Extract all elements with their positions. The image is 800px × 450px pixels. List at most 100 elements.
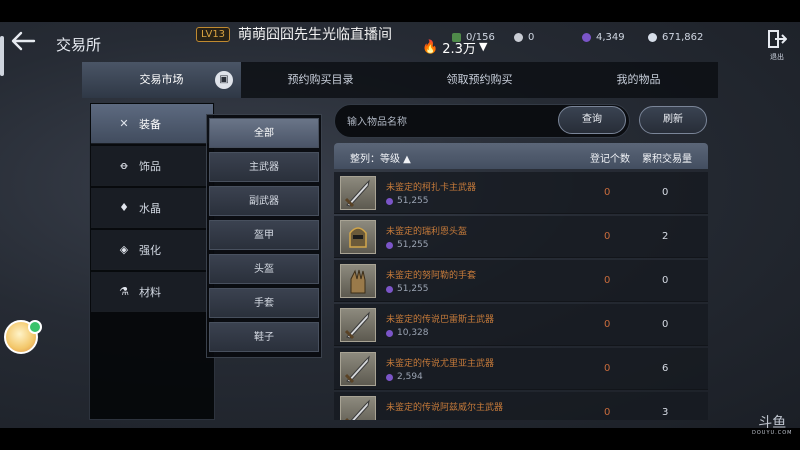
- item-price: 51,255: [386, 196, 429, 206]
- item-name: 未鉴定的瑞利恩头盔: [386, 227, 468, 237]
- price-value: 51,255: [397, 240, 429, 250]
- category-material[interactable]: ⚗ 材料: [91, 272, 213, 312]
- category-accessory[interactable]: ꝋ 饰品: [91, 146, 213, 186]
- registered-count: 0: [604, 275, 611, 286]
- category-panel: ✕ 装备 ꝋ 饰品 ♦ 水晶 ◈ 强化 ⚗ 材料: [89, 102, 215, 420]
- price-value: 10,328: [397, 328, 429, 338]
- purple-currency-icon: [386, 197, 393, 205]
- silver-currency-icon: [514, 33, 523, 42]
- category-enhance[interactable]: ◈ 强化: [91, 230, 213, 270]
- sword-icon: [340, 308, 376, 342]
- list-item[interactable]: 未鉴定的传说阿兹威尔主武器 0 3: [334, 392, 708, 420]
- subcategory-shoes[interactable]: 鞋子: [209, 322, 319, 352]
- refresh-button[interactable]: 刷新: [639, 106, 707, 134]
- registered-count: 0: [604, 319, 611, 330]
- tab-label: 领取预约购买: [446, 73, 513, 86]
- tab-label: 我的物品: [616, 73, 661, 86]
- currency-value: 0/156: [466, 32, 495, 43]
- subcategory-gloves[interactable]: 手套: [209, 288, 319, 318]
- item-name: 未鉴定的传说尤里亚主武器: [386, 359, 495, 369]
- item-price: 10,328: [386, 328, 429, 338]
- gem-icon: ♦: [119, 201, 129, 214]
- list-item[interactable]: 未鉴定的努阿勒的手套 51,255 0 0: [334, 260, 708, 302]
- item-name: 未鉴定的传说阿兹威尔主武器: [386, 403, 504, 413]
- trade-volume: 6: [662, 363, 669, 374]
- currency-value: 671,862: [662, 32, 704, 43]
- letterbox-top: [0, 0, 800, 22]
- level-badge: LV13: [196, 26, 231, 42]
- category-equipment[interactable]: ✕ 装备: [91, 104, 213, 144]
- subcategory-sub-weapon[interactable]: 副武器: [209, 186, 319, 216]
- back-button[interactable]: [10, 30, 40, 56]
- category-label: 材料: [139, 285, 161, 299]
- tab-market[interactable]: 交易市场 ▣: [82, 62, 241, 98]
- subcategory-helmet[interactable]: 头盔: [209, 254, 319, 284]
- trade-volume: 2: [662, 231, 669, 242]
- subcategory-main-weapon[interactable]: 主武器: [209, 152, 319, 182]
- trade-volume: 0: [662, 275, 669, 286]
- query-button[interactable]: 查询: [558, 106, 626, 134]
- price-value: 51,255: [397, 196, 429, 206]
- green-currency-icon: [452, 33, 461, 42]
- gauntlet-icon: [340, 264, 376, 298]
- wifi-status-icon: [28, 320, 42, 334]
- ring-icon: ꝋ: [120, 159, 128, 172]
- exit-label: 退出: [770, 53, 784, 61]
- trade-volume-header: 累积交易量: [642, 154, 692, 165]
- search-input[interactable]: [347, 113, 547, 131]
- list-item[interactable]: 未鉴定的瑞利恩头盔 51,255 0 2: [334, 216, 708, 258]
- sword-icon: [340, 396, 376, 420]
- subcategory-armor[interactable]: 盔甲: [209, 220, 319, 250]
- exit-button[interactable]: 退出: [764, 30, 790, 61]
- crossed-swords-icon: ✕: [119, 117, 129, 130]
- purple-currency-icon: [582, 33, 591, 42]
- list-item[interactable]: 未鉴定的传说巴雷斯主武器 10,328 0 0: [334, 304, 708, 346]
- helmet-icon: [340, 220, 376, 254]
- currency-value: 4,349: [596, 32, 625, 43]
- purple-currency-icon: [386, 241, 393, 249]
- crystal-currency-icon: [648, 33, 657, 42]
- item-name: 未鉴定的柯扎卡主武器: [386, 183, 477, 193]
- flame-icon: 🔥: [422, 40, 439, 55]
- currency-green: 0/156: [452, 32, 495, 43]
- purple-currency-icon: [386, 373, 393, 381]
- sword-icon: [340, 352, 376, 386]
- side-handle[interactable]: [0, 36, 4, 76]
- trade-volume: 0: [662, 319, 669, 330]
- exit-door-icon: [768, 30, 788, 48]
- category-label: 装备: [139, 117, 161, 131]
- registered-count: 0: [604, 231, 611, 242]
- category-label: 强化: [139, 243, 161, 257]
- watermark-url: DOUYU.COM: [752, 430, 793, 436]
- currency-purple: 4,349: [582, 32, 625, 43]
- category-crystal[interactable]: ♦ 水晶: [91, 188, 213, 228]
- category-label: 水晶: [139, 201, 161, 215]
- tab-reservation-catalog[interactable]: 预约购买目录: [241, 62, 400, 98]
- currency-crystal: 671,862: [648, 32, 703, 43]
- subcategory-all[interactable]: 全部: [209, 118, 319, 148]
- purple-currency-icon: [386, 329, 393, 337]
- list-item[interactable]: 未鉴定的传说尤里亚主武器 2,594 0 6: [334, 348, 708, 390]
- item-price: 2,594: [386, 372, 423, 382]
- watermark-text: 斗鱼: [758, 415, 787, 431]
- tab-claim-reservation[interactable]: 领取预约购买: [400, 62, 559, 98]
- tab-label: 交易市场: [139, 73, 184, 86]
- stream-banner: LV13 萌萌囧囧先生光临直播间: [196, 24, 392, 44]
- registered-count: 0: [604, 407, 611, 418]
- list-header: 整列：等级 ▲ 登记个数 累积交易量: [334, 143, 708, 169]
- registered-count: 0: [604, 363, 611, 374]
- list-item[interactable]: 未鉴定的柯扎卡主武器 51,255 0 0: [334, 172, 708, 214]
- streamer-name: 萌萌囧囧先生光临直播间: [238, 27, 393, 43]
- sort-by-level-button[interactable]: 整列：等级 ▲: [350, 150, 411, 165]
- back-arrow-icon: [11, 31, 36, 51]
- flask-icon: ⚗: [119, 285, 129, 298]
- item-price: 51,255: [386, 284, 429, 294]
- page-title: 交易所: [56, 36, 102, 54]
- currency-silver: 0: [514, 32, 534, 43]
- book-icon[interactable]: ▣: [215, 71, 233, 89]
- trade-volume: 0: [662, 187, 669, 198]
- tab-my-items[interactable]: 我的物品: [559, 62, 718, 98]
- sword-icon: [340, 176, 376, 210]
- item-list: 未鉴定的柯扎卡主武器 51,255 0 0 未鉴定的瑞利恩头盔 51,255 0…: [334, 172, 708, 420]
- registered-count-header: 登记个数: [590, 154, 630, 165]
